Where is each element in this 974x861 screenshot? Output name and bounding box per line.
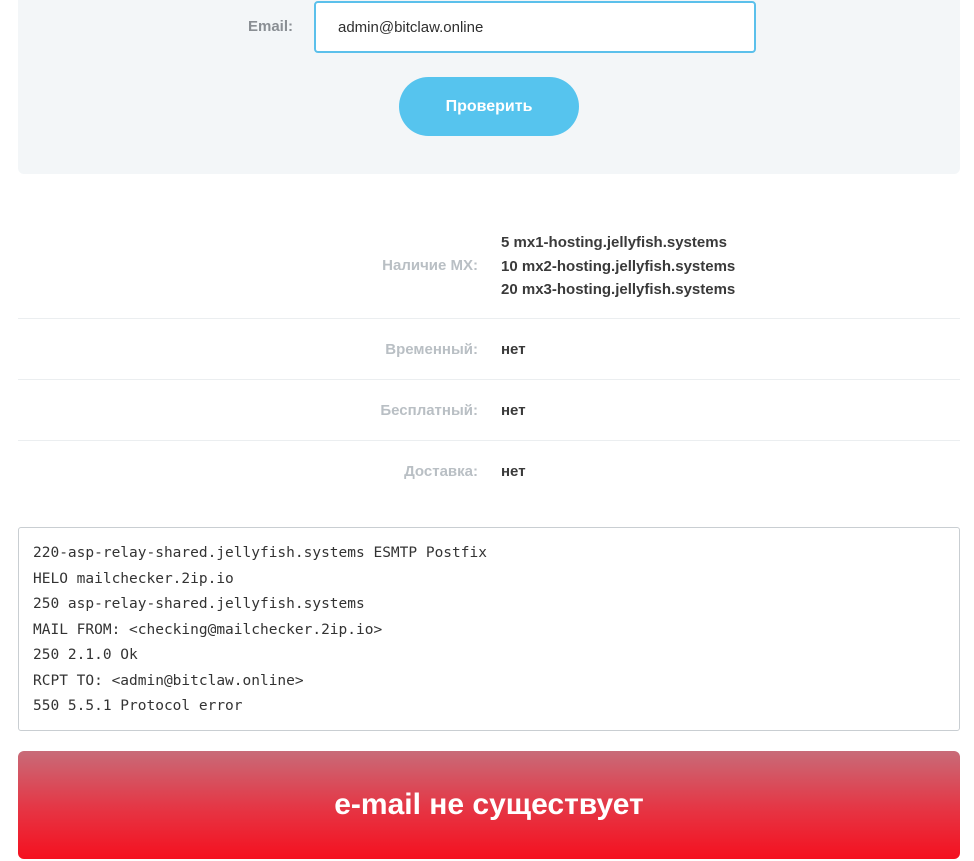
verdict-text: e-mail не существует [334, 788, 644, 821]
mx-row: Наличие MX: 5 mx1-hosting.jellyfish.syst… [18, 210, 960, 319]
mx-priority: 5 [501, 234, 510, 251]
log-line: 250 2.1.0 Ok [33, 647, 138, 663]
free-label: Бесплатный: [380, 402, 478, 419]
delivery-row: Доставка: нет [18, 441, 960, 502]
check-results: Наличие MX: 5 mx1-hosting.jellyfish.syst… [18, 210, 960, 502]
mx-priority: 10 [501, 257, 518, 275]
mx-host: mx3-hosting.jellyfish.systems [521, 281, 736, 298]
mx-record: 5 mx1-hosting.jellyfish.systems [501, 231, 735, 255]
smtp-log[interactable]: 220-asp-relay-shared.jellyfish.systems E… [18, 527, 960, 731]
temporary-label: Временный: [385, 341, 478, 358]
delivery-label: Доставка: [404, 463, 478, 480]
free-row: Бесплатный: нет [18, 380, 960, 441]
log-line: RCPT TO: <admin@bitclaw.online> [33, 672, 304, 689]
log-line: 220-asp-relay-shared.jellyfish.systems E… [33, 545, 487, 561]
mx-priority: 20 [501, 281, 518, 298]
free-value: нет [501, 402, 526, 419]
log-line: MAIL FROM: <checking@mailchecker.2ip.io> [33, 621, 383, 638]
email-input[interactable] [314, 1, 756, 53]
log-line: HELO mailchecker.2ip.io [33, 570, 234, 587]
verdict-banner: e-mail не существует [18, 751, 960, 859]
email-check-form: Email: Проверить [18, 0, 960, 174]
mx-host: mx2-hosting.jellyfish.systems [521, 257, 736, 275]
log-line: 250 asp-relay-shared.jellyfish.systems [33, 596, 365, 612]
mx-record: 20 mx3-hosting.jellyfish.systems [501, 278, 735, 302]
mx-host: mx1-hosting.jellyfish.systems [513, 234, 727, 251]
mx-label: Наличие MX: [382, 257, 478, 274]
mx-records: 5 mx1-hosting.jellyfish.systems 10 mx2-h… [501, 231, 735, 302]
delivery-value: нет [501, 463, 526, 480]
temporary-value: нет [501, 341, 526, 358]
mx-record: 10 mx2-hosting.jellyfish.systems [501, 255, 735, 279]
check-button[interactable]: Проверить [399, 77, 579, 136]
temporary-row: Временный: нет [18, 319, 960, 380]
email-label: Email: [247, 18, 293, 35]
log-line: 550 5.5.1 Protocol error [33, 698, 243, 714]
